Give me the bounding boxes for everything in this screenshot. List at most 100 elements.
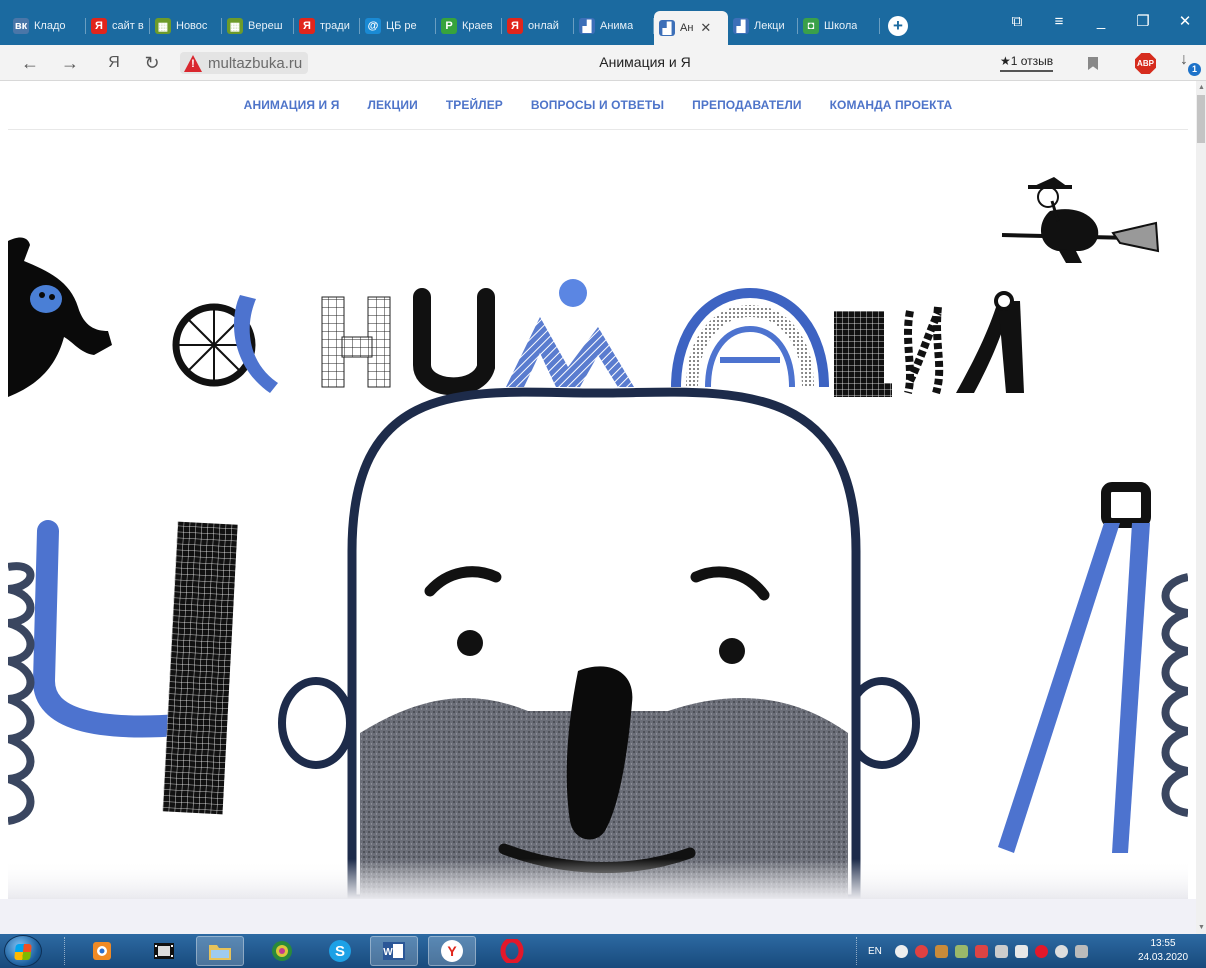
browser-tab[interactable]: Р Краев [436, 11, 502, 41]
blue-u-shape [32, 520, 191, 738]
scroll-down-icon[interactable]: ▼ [1198, 924, 1205, 931]
volume-icon[interactable] [1054, 944, 1068, 958]
site-icon: ◘ [803, 18, 819, 34]
downloads-icon[interactable]: ↓ [1180, 51, 1188, 69]
browser-tab[interactable]: Ясайт в [86, 11, 150, 41]
browser-tab[interactable]: ▦ Вереш [222, 11, 294, 41]
tabs-overview-icon[interactable]: ⧉ [996, 8, 1038, 36]
site-icon: ▦ [227, 18, 243, 34]
tab-title: Школа [824, 20, 858, 32]
site-icon: ▦ [155, 18, 171, 34]
vertical-scrollbar[interactable]: ▲ ▼ [1196, 81, 1206, 934]
downloads-badge: 1 [1188, 63, 1201, 76]
steam-icon[interactable] [894, 944, 908, 958]
browser-tab[interactable]: ▟ Лекци [728, 11, 798, 41]
letter-hatch-m [506, 317, 634, 387]
restore-button[interactable]: ❐ [1122, 8, 1164, 36]
yandex-icon: Я [507, 18, 523, 34]
site-nav-link[interactable]: ПРЕПОДАВАТЕЛИ [692, 98, 801, 112]
scroll-up-icon[interactable]: ▲ [1198, 84, 1205, 91]
address-bar: ← → Я ↻ multazbuka.ru Анимация и Я ★1 от… [0, 45, 1206, 81]
tray-app-icon[interactable] [934, 944, 948, 958]
letter-arches [671, 287, 829, 388]
letter-scribble-i [904, 306, 944, 395]
browser-tab[interactable]: ▟ Ан ✕ [654, 11, 728, 45]
browser-tab[interactable]: ▦ Новос [150, 11, 222, 41]
hero-illustration [8, 177, 1188, 899]
language-indicator[interactable]: EN [868, 946, 882, 957]
letter-wheel [172, 295, 278, 393]
right-spring [1161, 573, 1188, 817]
multazbuka-icon: ▟ [659, 20, 675, 36]
folder-icon [209, 945, 231, 960]
scrollbar-thumb[interactable] [1197, 95, 1205, 143]
windows-logo-icon [14, 944, 32, 960]
media-player-icon [93, 942, 111, 960]
minimize-button[interactable]: _ [1080, 8, 1122, 36]
action-center-flag-icon[interactable] [1014, 944, 1028, 958]
site-nav-link[interactable]: ТРЕЙЛЕР [446, 98, 503, 112]
clock-date: 24.03.2020 [1137, 952, 1189, 963]
media-center-button[interactable] [258, 936, 306, 966]
bottom-fade [8, 859, 1188, 899]
black-grid-strip [162, 521, 238, 815]
browser-tab[interactable]: Ятради [294, 11, 360, 41]
yandex-browser-button[interactable]: Y [428, 936, 476, 966]
tray-tool-icon[interactable] [954, 944, 968, 958]
media-player-button[interactable] [78, 936, 126, 966]
site-nav-link[interactable]: ЛЕКЦИИ [367, 98, 417, 112]
media-center-icon [272, 941, 292, 961]
tab-title: онлай [528, 20, 559, 32]
tab-title: тради [320, 20, 350, 32]
tray-doc-icon[interactable] [994, 944, 1008, 958]
tray-alert-icon[interactable] [974, 944, 988, 958]
reviews-button[interactable]: ★1 отзыв [1000, 54, 1054, 72]
yandex-icon: Я [91, 18, 107, 34]
menu-icon[interactable]: ≡ [1038, 8, 1080, 36]
browser-tab[interactable]: ◘ Школа [798, 11, 880, 41]
blue-dot [559, 279, 587, 307]
face-illustration [278, 387, 920, 899]
skype-button[interactable]: S [316, 936, 364, 966]
letter-grid-n [321, 296, 391, 388]
antivirus-icon[interactable] [914, 944, 928, 958]
explorer-button[interactable] [196, 936, 244, 966]
site-nav-link[interactable]: КОМАНДА ПРОЕКТА [830, 98, 953, 112]
taskbar-grip [64, 937, 67, 965]
start-button[interactable] [4, 935, 42, 967]
right-letter-ya [998, 482, 1151, 853]
nav-divider [8, 129, 1188, 130]
movie-maker-button[interactable] [140, 936, 188, 966]
browser-tab[interactable]: вк Кладо [8, 11, 86, 41]
taskbar-clock[interactable]: 13:55 24.03.2020 [1128, 937, 1198, 965]
skype-icon: S [329, 940, 351, 962]
browser-tab[interactable]: ▟ Анима [574, 11, 654, 41]
browser-tab[interactable]: @ ЦБ ре [360, 11, 436, 41]
vk-icon: вк [13, 18, 29, 34]
opera-button[interactable] [488, 936, 536, 966]
site-nav-link[interactable]: АНИМАЦИЯ И Я [244, 98, 340, 112]
yandex-browser-icon: Y [441, 940, 463, 962]
witch-illustration [1001, 177, 1160, 263]
tab-title: сайт в [112, 20, 144, 32]
browser-tab[interactable]: Яонлай [502, 11, 574, 41]
tab-title: Лекци [754, 20, 785, 32]
window-controls: ⧉ ≡ _ ❐ ✕ [996, 8, 1206, 36]
letter-grid-ts [834, 311, 892, 397]
browser-tab-strip: вк Кладо Ясайт в ▦ Новос ▦ Вереш Ятради @ ЦБ ре Р К… [0, 0, 1206, 45]
network-icon[interactable] [1074, 944, 1088, 958]
page-viewport: АНИМАЦИЯ И Я ЛЕКЦИИ ТРЕЙЛЕР ВОПРОСЫ И ОТВЕТ… [0, 81, 1196, 934]
close-tab-icon[interactable]: ✕ [700, 20, 711, 36]
yandex-icon: Я [299, 18, 315, 34]
site-nav-link[interactable]: ВОПРОСЫ И ОТВЕТЫ [531, 98, 664, 112]
svg-text:S: S [335, 943, 345, 960]
multazbuka-icon: ▟ [579, 18, 595, 34]
adblock-icon[interactable]: ABP [1135, 53, 1156, 74]
opera-tray-icon[interactable] [1034, 944, 1048, 958]
svg-text:W: W [383, 947, 393, 958]
film-icon [154, 943, 174, 959]
word-button[interactable]: W [370, 936, 418, 966]
new-tab-button[interactable]: + [888, 16, 908, 36]
close-window-button[interactable]: ✕ [1164, 8, 1206, 36]
tab-title: Анима [600, 20, 634, 32]
